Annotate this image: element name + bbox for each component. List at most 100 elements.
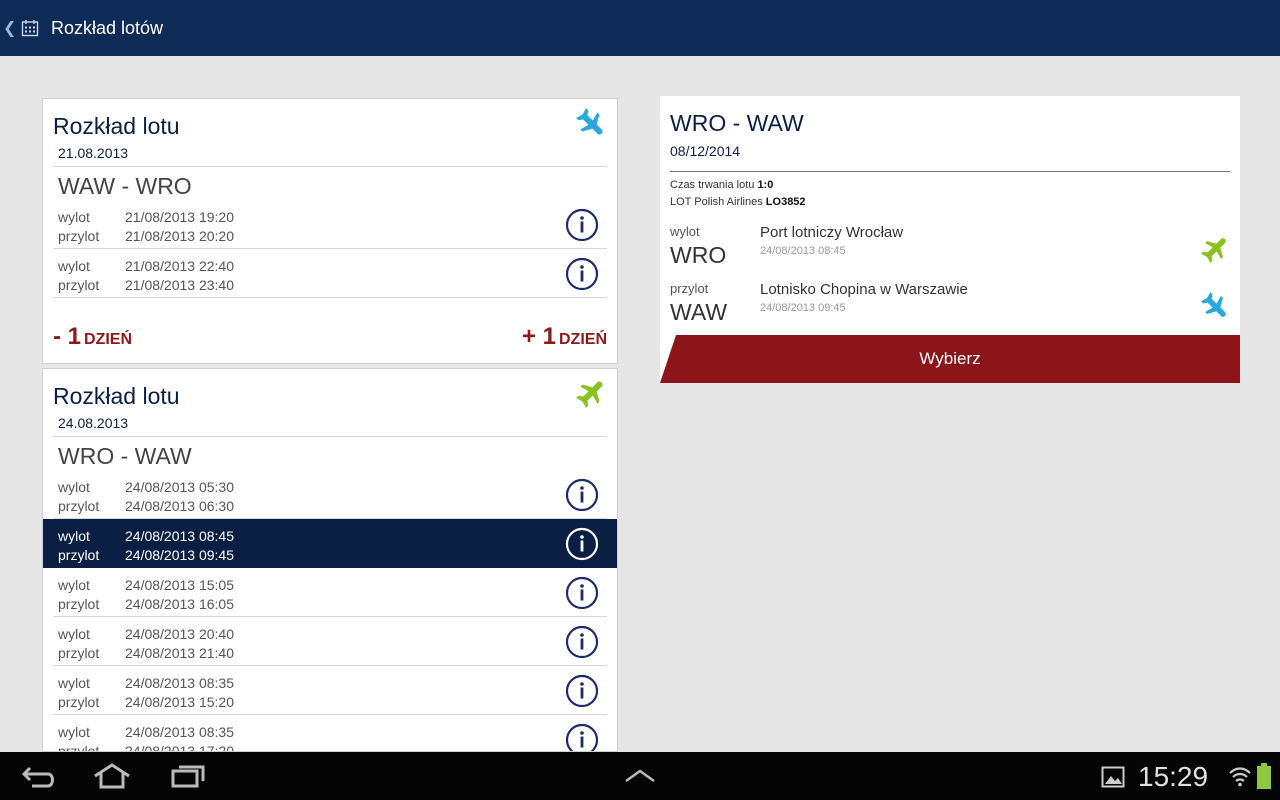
- arrival-label: przylot: [58, 743, 100, 752]
- arrival-label: przylot: [58, 694, 100, 710]
- airplane-icon: [576, 381, 603, 408]
- route-label: WAW - WRO: [58, 173, 192, 199]
- card-title: Rozkład lotu: [53, 113, 180, 139]
- flight-duration: Czas trwania lotu 1:0: [670, 179, 773, 191]
- chevron-up-icon[interactable]: [624, 768, 656, 784]
- schedule-card-return: Rozkład lotu 24.08.2013 WRO - WAW wylot …: [42, 368, 618, 752]
- arrival-time: 21/08/2013 23:40: [125, 277, 234, 293]
- departure-time: 24/08/2013 20:40: [125, 626, 234, 642]
- airplane-icon: [576, 108, 603, 135]
- airport-code: WRO: [670, 242, 727, 268]
- previous-day-label: DZIEŃ: [84, 331, 133, 348]
- info-icon[interactable]: [565, 576, 599, 610]
- info-icon[interactable]: [565, 674, 599, 708]
- detail-route: WRO - WAW: [670, 110, 804, 136]
- detail-date: 08/12/2014: [670, 143, 741, 159]
- flight-row[interactable]: wylot 21/08/2013 22:40 przylot 21/08/201…: [43, 249, 617, 298]
- select-button-label: Wybierz: [919, 349, 981, 368]
- leg-time: 24/08/2013 08:45: [760, 245, 846, 257]
- departure-leg: wylot WRO Port lotniczy Wrocław 24/08/20…: [660, 224, 1240, 279]
- flight-row-selected[interactable]: wylot 24/08/2013 08:45 przylot 24/08/201…: [43, 519, 617, 568]
- info-icon[interactable]: [565, 478, 599, 512]
- departure-label: wylot: [58, 626, 90, 642]
- info-icon[interactable]: [565, 527, 599, 561]
- home-icon[interactable]: [92, 762, 132, 790]
- departure-label: wylot: [58, 479, 90, 495]
- card-title: Rozkład lotu: [53, 383, 180, 409]
- system-nav-bar: 15:29: [0, 752, 1280, 800]
- arrival-leg: przylot WAW Lotnisko Chopina w Warszawie…: [660, 281, 1240, 336]
- departure-time: 21/08/2013 19:20: [125, 209, 234, 225]
- arrival-time: 24/08/2013 06:30: [125, 498, 234, 514]
- arrival-label: przylot: [58, 498, 100, 514]
- departure-time: 24/08/2013 08:35: [125, 675, 234, 691]
- airport-name: Lotnisko Chopina w Warszawie: [760, 281, 968, 298]
- arrival-time: 21/08/2013 20:20: [125, 228, 234, 244]
- departure-time: 24/08/2013 05:30: [125, 479, 234, 495]
- back-icon[interactable]: [20, 764, 58, 790]
- airplane-takeoff-icon: [1201, 238, 1226, 263]
- departure-time: 24/08/2013 08:45: [125, 528, 234, 544]
- departure-label: wylot: [58, 209, 90, 225]
- airline-name: LOT Polish Airlines: [670, 196, 763, 208]
- leg-type: przylot: [670, 281, 709, 296]
- flight-row[interactable]: wylot 24/08/2013 05:30 przylot 24/08/201…: [43, 470, 617, 519]
- departure-label: wylot: [58, 528, 90, 544]
- arrival-time: 24/08/2013 15:20: [125, 694, 234, 710]
- arrival-label: przylot: [58, 645, 100, 661]
- arrival-time: 24/08/2013 09:45: [125, 547, 234, 563]
- flight-airline: LOT Polish Airlines LO3852: [670, 196, 806, 208]
- leg-type: wylot: [670, 224, 700, 239]
- previous-day-number: - 1: [53, 323, 82, 350]
- flight-row[interactable]: wylot 24/08/2013 20:40 przylot 24/08/201…: [43, 617, 617, 666]
- info-icon[interactable]: [565, 723, 599, 752]
- leg-time: 24/08/2013 09:45: [760, 302, 846, 314]
- arrival-label: przylot: [58, 277, 100, 293]
- status-clock: 15:29: [1138, 761, 1209, 792]
- departure-time: 24/08/2013 08:35: [125, 724, 234, 740]
- back-chevron-icon[interactable]: ❮: [3, 18, 16, 38]
- info-icon[interactable]: [565, 208, 599, 242]
- next-day-number: + 1: [521, 323, 556, 350]
- arrival-label: przylot: [58, 228, 100, 244]
- airplane-landing-icon: [1201, 292, 1226, 317]
- flight-row[interactable]: wylot 21/08/2013 19:20 przylot 21/08/201…: [43, 200, 617, 249]
- arrival-label: przylot: [58, 596, 100, 612]
- duration-label: Czas trwania lotu: [670, 179, 755, 191]
- flight-detail-panel: WRO - WAW 08/12/2014 Czas trwania lotu 1…: [660, 96, 1240, 383]
- next-day-label: DZIEŃ: [559, 331, 607, 348]
- arrival-time: 24/08/2013 16:05: [125, 596, 234, 612]
- app-header: ❮ Rozkład lotów: [0, 0, 1280, 56]
- flight-row[interactable]: wylot 24/08/2013 08:35 przylot 24/08/201…: [43, 715, 617, 752]
- airport-code: WAW: [670, 299, 728, 325]
- airport-name: Port lotniczy Wrocław: [760, 224, 904, 241]
- arrival-time: 24/08/2013 21:40: [125, 645, 234, 661]
- info-icon[interactable]: [565, 625, 599, 659]
- flight-row[interactable]: wylot 24/08/2013 15:05 przylot 24/08/201…: [43, 568, 617, 617]
- flight-number: LO3852: [765, 196, 806, 208]
- departure-label: wylot: [58, 577, 90, 593]
- schedule-card-outbound: Rozkład lotu 21.08.2013 WAW - WRO wylot …: [42, 98, 618, 364]
- arrival-label: przylot: [58, 547, 100, 563]
- wifi-icon: [1229, 767, 1251, 787]
- card-date: 21.08.2013: [58, 145, 129, 161]
- card-date: 24.08.2013: [58, 415, 129, 431]
- previous-day-button[interactable]: - 1 DZIEŃ: [53, 323, 132, 351]
- arrival-time: 24/08/2013 17:20: [125, 743, 234, 752]
- info-icon[interactable]: [565, 257, 599, 291]
- select-button[interactable]: Wybierz: [660, 335, 1240, 383]
- battery-icon: [1257, 763, 1271, 789]
- departure-label: wylot: [58, 724, 90, 740]
- departure-label: wylot: [58, 258, 90, 274]
- departure-time: 21/08/2013 22:40: [125, 258, 234, 274]
- page-title: Rozkład lotów: [51, 17, 164, 38]
- next-day-button[interactable]: + 1 DZIEŃ: [522, 323, 607, 351]
- recent-apps-icon[interactable]: [170, 763, 206, 789]
- departure-time: 24/08/2013 15:05: [125, 577, 234, 593]
- gallery-notification-icon[interactable]: [1101, 766, 1125, 788]
- route-label: WRO - WAW: [58, 443, 192, 469]
- departure-label: wylot: [58, 675, 90, 691]
- calendar-icon[interactable]: [21, 19, 39, 37]
- flight-row[interactable]: wylot 24/08/2013 08:35 przylot 24/08/201…: [43, 666, 617, 715]
- duration-value: 1:0: [757, 179, 774, 191]
